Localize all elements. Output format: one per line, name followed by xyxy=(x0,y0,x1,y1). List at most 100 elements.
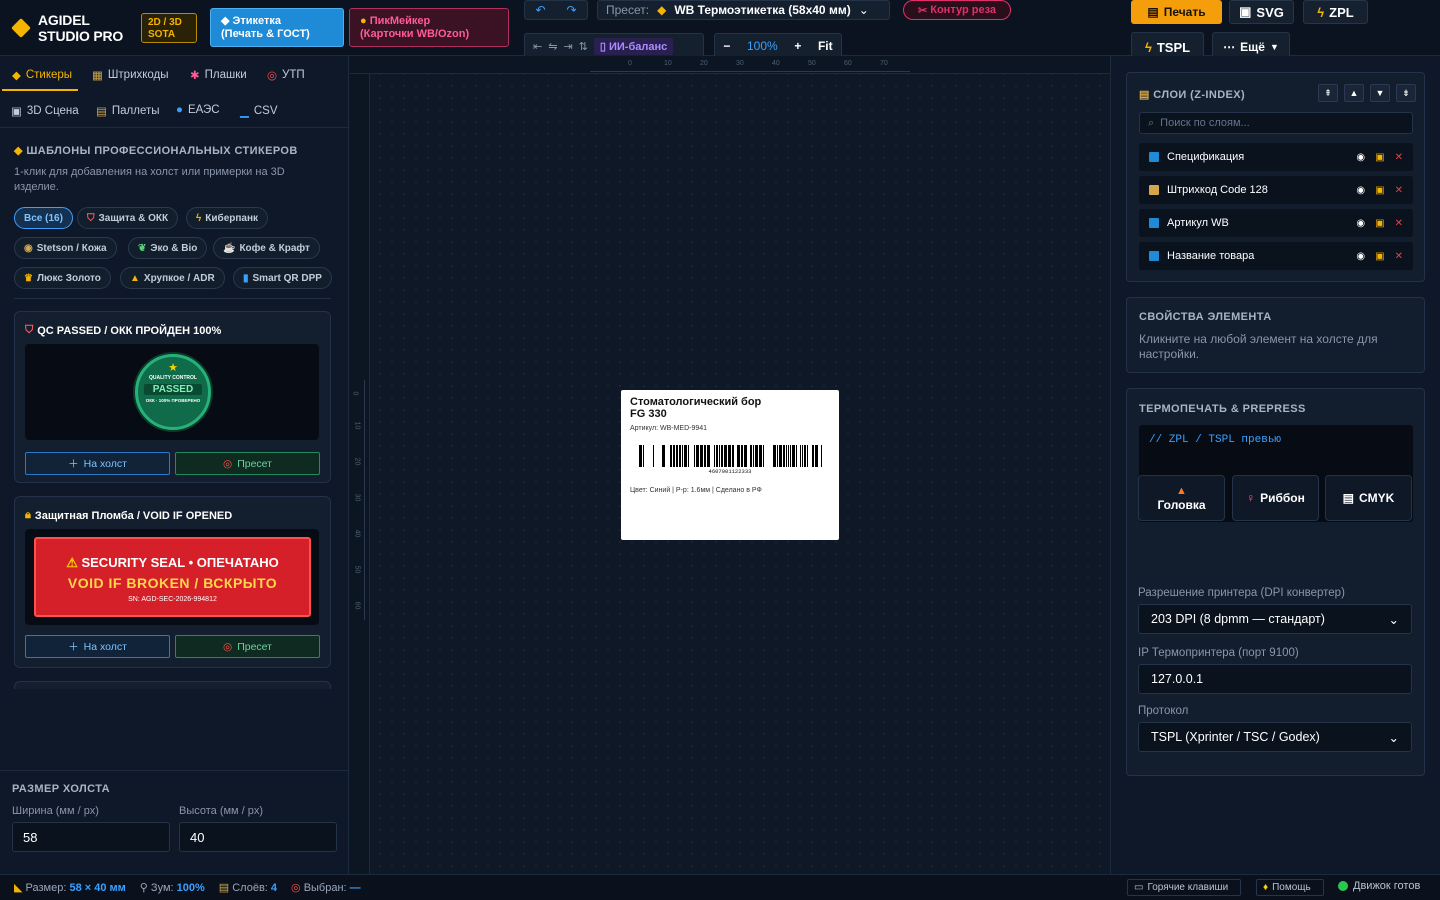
height-input[interactable]: 40 xyxy=(179,822,337,852)
zoom-in-button[interactable]: + xyxy=(794,39,801,53)
width-input[interactable]: 58 xyxy=(12,822,170,852)
layer-item[interactable]: Штрихкод Code 128 ◉ ▣ ✕ xyxy=(1139,176,1413,204)
chip-label: Smart QR DPP xyxy=(252,272,322,284)
add-to-canvas-button[interactable]: ＋ На холст xyxy=(25,635,170,658)
delete-icon[interactable]: ✕ xyxy=(1395,218,1403,229)
tab-stickers[interactable]: ◆ Стикеры xyxy=(1,68,79,91)
layer-item[interactable]: Артикул WB ◉ ▣ ✕ xyxy=(1139,209,1413,237)
align-right-icon[interactable]: ⇥ xyxy=(563,40,572,53)
chip-label: Киберпанк xyxy=(205,212,259,224)
preset-select[interactable]: Пресет: ◆ WB Термоэтикетка (58x40 мм) ⌄ xyxy=(597,0,890,20)
mode-picmaker-button[interactable]: ● ПикМейкер (Карточки WB/Ozon) xyxy=(349,8,509,47)
mode-label-subtitle: (Печать & ГОСТ) xyxy=(221,28,310,40)
protocol-select[interactable]: TSPL (Xprinter / TSC / Godex) ⌄ xyxy=(1138,722,1412,752)
templates-heading: ◆ ШАБЛОНЫ ПРОФЕССИОНАЛЬНЫХ СТИКЕРОВ xyxy=(14,144,298,157)
undo-icon[interactable]: ↶ xyxy=(531,0,551,20)
chip-label: Все (16) xyxy=(24,212,63,224)
preset-diamond-icon: ◆ xyxy=(657,3,667,17)
layer-item[interactable]: Спецификация ◉ ▣ ✕ xyxy=(1139,143,1413,171)
spec-text[interactable]: Цвет: Синий | Р-р: 1.6мм | Сделано в РФ xyxy=(630,487,762,494)
chip-stetson[interactable]: ◉ Stetson / Кожа xyxy=(14,237,117,259)
tab-csv[interactable]: ▁ CSV xyxy=(240,104,278,118)
export-zpl-button[interactable]: ϟ ZPL xyxy=(1303,0,1368,24)
printer-icon: ▤ xyxy=(1342,491,1354,505)
lock-icon[interactable]: ▣ xyxy=(1375,152,1384,163)
apply-preset-button[interactable]: ◎ Пресет xyxy=(175,635,320,658)
chip-label: Эко & Bio xyxy=(150,242,198,254)
align-vertical-icon[interactable]: ⇅ xyxy=(579,40,588,53)
label-sticker[interactable]: Стоматологический бор FG 330 Артикул: WB-… xyxy=(621,390,839,540)
templates-desc: 1-клик для добавления на холст или приме… xyxy=(14,166,285,193)
props-title: СВОЙСТВА ЭЛЕМЕНТА xyxy=(1139,311,1272,323)
lock-icon[interactable]: ▣ xyxy=(1375,185,1384,196)
eye-icon[interactable]: ◉ xyxy=(1356,185,1365,196)
bring-to-front-icon[interactable]: ⇞ xyxy=(1318,84,1338,102)
product-title[interactable]: Стоматологический бор FG 330 xyxy=(630,396,761,420)
chip-eco[interactable]: ❦ Эко & Bio xyxy=(128,237,208,259)
chip-lux[interactable]: ♛ Люкс Золото xyxy=(14,267,111,289)
eye-icon[interactable]: ◉ xyxy=(1356,251,1365,262)
article-text[interactable]: Артикул: WB-MED-9941 xyxy=(630,425,707,432)
contour-cut-toggle[interactable]: ✂ Контур реза xyxy=(903,0,1011,20)
layer-item[interactable]: Название товара ◉ ▣ ✕ xyxy=(1139,242,1413,270)
chip-fragile[interactable]: ▲ Хрупкое / ADR xyxy=(120,267,225,289)
barcode[interactable] xyxy=(636,445,824,469)
ip-input[interactable]: 127.0.0.1 xyxy=(1138,664,1412,694)
apply-preset-button[interactable]: ◎ Пресет xyxy=(175,452,320,475)
add-to-canvas-button[interactable]: ＋ На холст xyxy=(25,452,170,475)
tab-pallets[interactable]: ▤ Паллеты xyxy=(96,104,160,118)
chip-cyberpunk[interactable]: ϟ Киберпанк xyxy=(186,207,269,229)
crown-icon: ♛ xyxy=(24,272,33,284)
zoom-out-button[interactable]: − xyxy=(723,39,730,53)
ribbon-button[interactable]: ♀ Риббон xyxy=(1232,475,1319,521)
send-to-back-icon[interactable]: ⇟ xyxy=(1396,84,1416,102)
export-svg-button[interactable]: ▣ SVG xyxy=(1229,0,1294,24)
lock-icon[interactable]: ▣ xyxy=(1375,251,1384,262)
status-layers-label: Слоёв: xyxy=(232,881,268,894)
preset-label: Пресет: xyxy=(606,3,650,17)
fire-icon: ▲ xyxy=(1176,484,1187,497)
cmyk-button[interactable]: ▤ CMYK xyxy=(1325,475,1412,521)
hotkeys-button[interactable]: ▭ Горячие клавиши xyxy=(1127,879,1241,896)
logo-gem-icon xyxy=(11,18,31,38)
qr-icon: ▮ xyxy=(243,272,249,284)
dpi-select[interactable]: 203 DPI (8 dpmm — стандарт) ⌄ xyxy=(1138,604,1412,634)
delete-icon[interactable]: ✕ xyxy=(1395,185,1403,196)
coffee-icon: ☕ xyxy=(223,242,236,254)
lock-icon[interactable]: ▣ xyxy=(1375,218,1384,229)
move-up-icon[interactable]: ▲ xyxy=(1344,84,1364,102)
align-center-icon[interactable]: ⇋ xyxy=(548,40,557,53)
eye-icon[interactable]: ◉ xyxy=(1356,152,1365,163)
layer-search-input[interactable]: ⌕ Поиск по слоям... xyxy=(1139,112,1413,134)
eye-icon[interactable]: ◉ xyxy=(1356,218,1365,229)
thermo-title: ТЕРМОПЕЧАТЬ & PREPRESS xyxy=(1139,403,1306,415)
print-button[interactable]: ▤ Печать xyxy=(1131,0,1222,24)
card-preview: ★ QUALITY CONTROL PASSED ОКК · 100% ПРОВ… xyxy=(25,344,319,440)
delete-icon[interactable]: ✕ xyxy=(1395,251,1403,262)
move-down-icon[interactable]: ▼ xyxy=(1370,84,1390,102)
protocol-value: TSPL (Xprinter / TSC / Godex) xyxy=(1151,730,1320,744)
align-left-icon[interactable]: ⇤ xyxy=(533,40,542,53)
redo-icon[interactable]: ↷ xyxy=(562,0,582,20)
chip-protection[interactable]: ⛉ Защита & ОКК xyxy=(77,207,179,229)
diamond-icon: ◆ xyxy=(14,145,27,157)
head-button[interactable]: ▲ Головка xyxy=(1138,475,1225,521)
product-title-line2: FG 330 xyxy=(630,408,667,420)
tab-plates[interactable]: ✱ Плашки xyxy=(190,68,247,82)
tab-barcodes[interactable]: ▦ Штрихкоды xyxy=(92,68,169,82)
delete-icon[interactable]: ✕ xyxy=(1395,152,1403,163)
chip-all[interactable]: Все (16) xyxy=(14,207,73,229)
horizontal-ruler: 0 10 20 30 40 50 60 70 xyxy=(590,58,910,72)
zoom-fit-button[interactable]: Fit xyxy=(818,39,833,53)
tab-usp[interactable]: ◎ УТП xyxy=(267,68,305,82)
chip-qr[interactable]: ▮ Smart QR DPP xyxy=(233,267,332,289)
caret-down-icon: ▼ xyxy=(1269,42,1279,52)
mode-label-button[interactable]: ◆ Этикетка (Печать & ГОСТ) xyxy=(210,8,344,47)
help-button[interactable]: ♦ Помощь xyxy=(1256,879,1324,896)
status-selected-label: Выбран: xyxy=(303,881,347,894)
tab-3d-scene[interactable]: ▣ 3D Сцена xyxy=(11,104,79,118)
dpi-label: Разрешение принтера (DPI конвертер) xyxy=(1138,587,1345,599)
ai-balance-button[interactable]: ▯ ИИ-баланс xyxy=(593,37,674,55)
tab-eaeu[interactable]: ● ЕАЭС xyxy=(176,104,220,116)
chip-coffee[interactable]: ☕ Кофе & Крафт xyxy=(213,237,320,259)
